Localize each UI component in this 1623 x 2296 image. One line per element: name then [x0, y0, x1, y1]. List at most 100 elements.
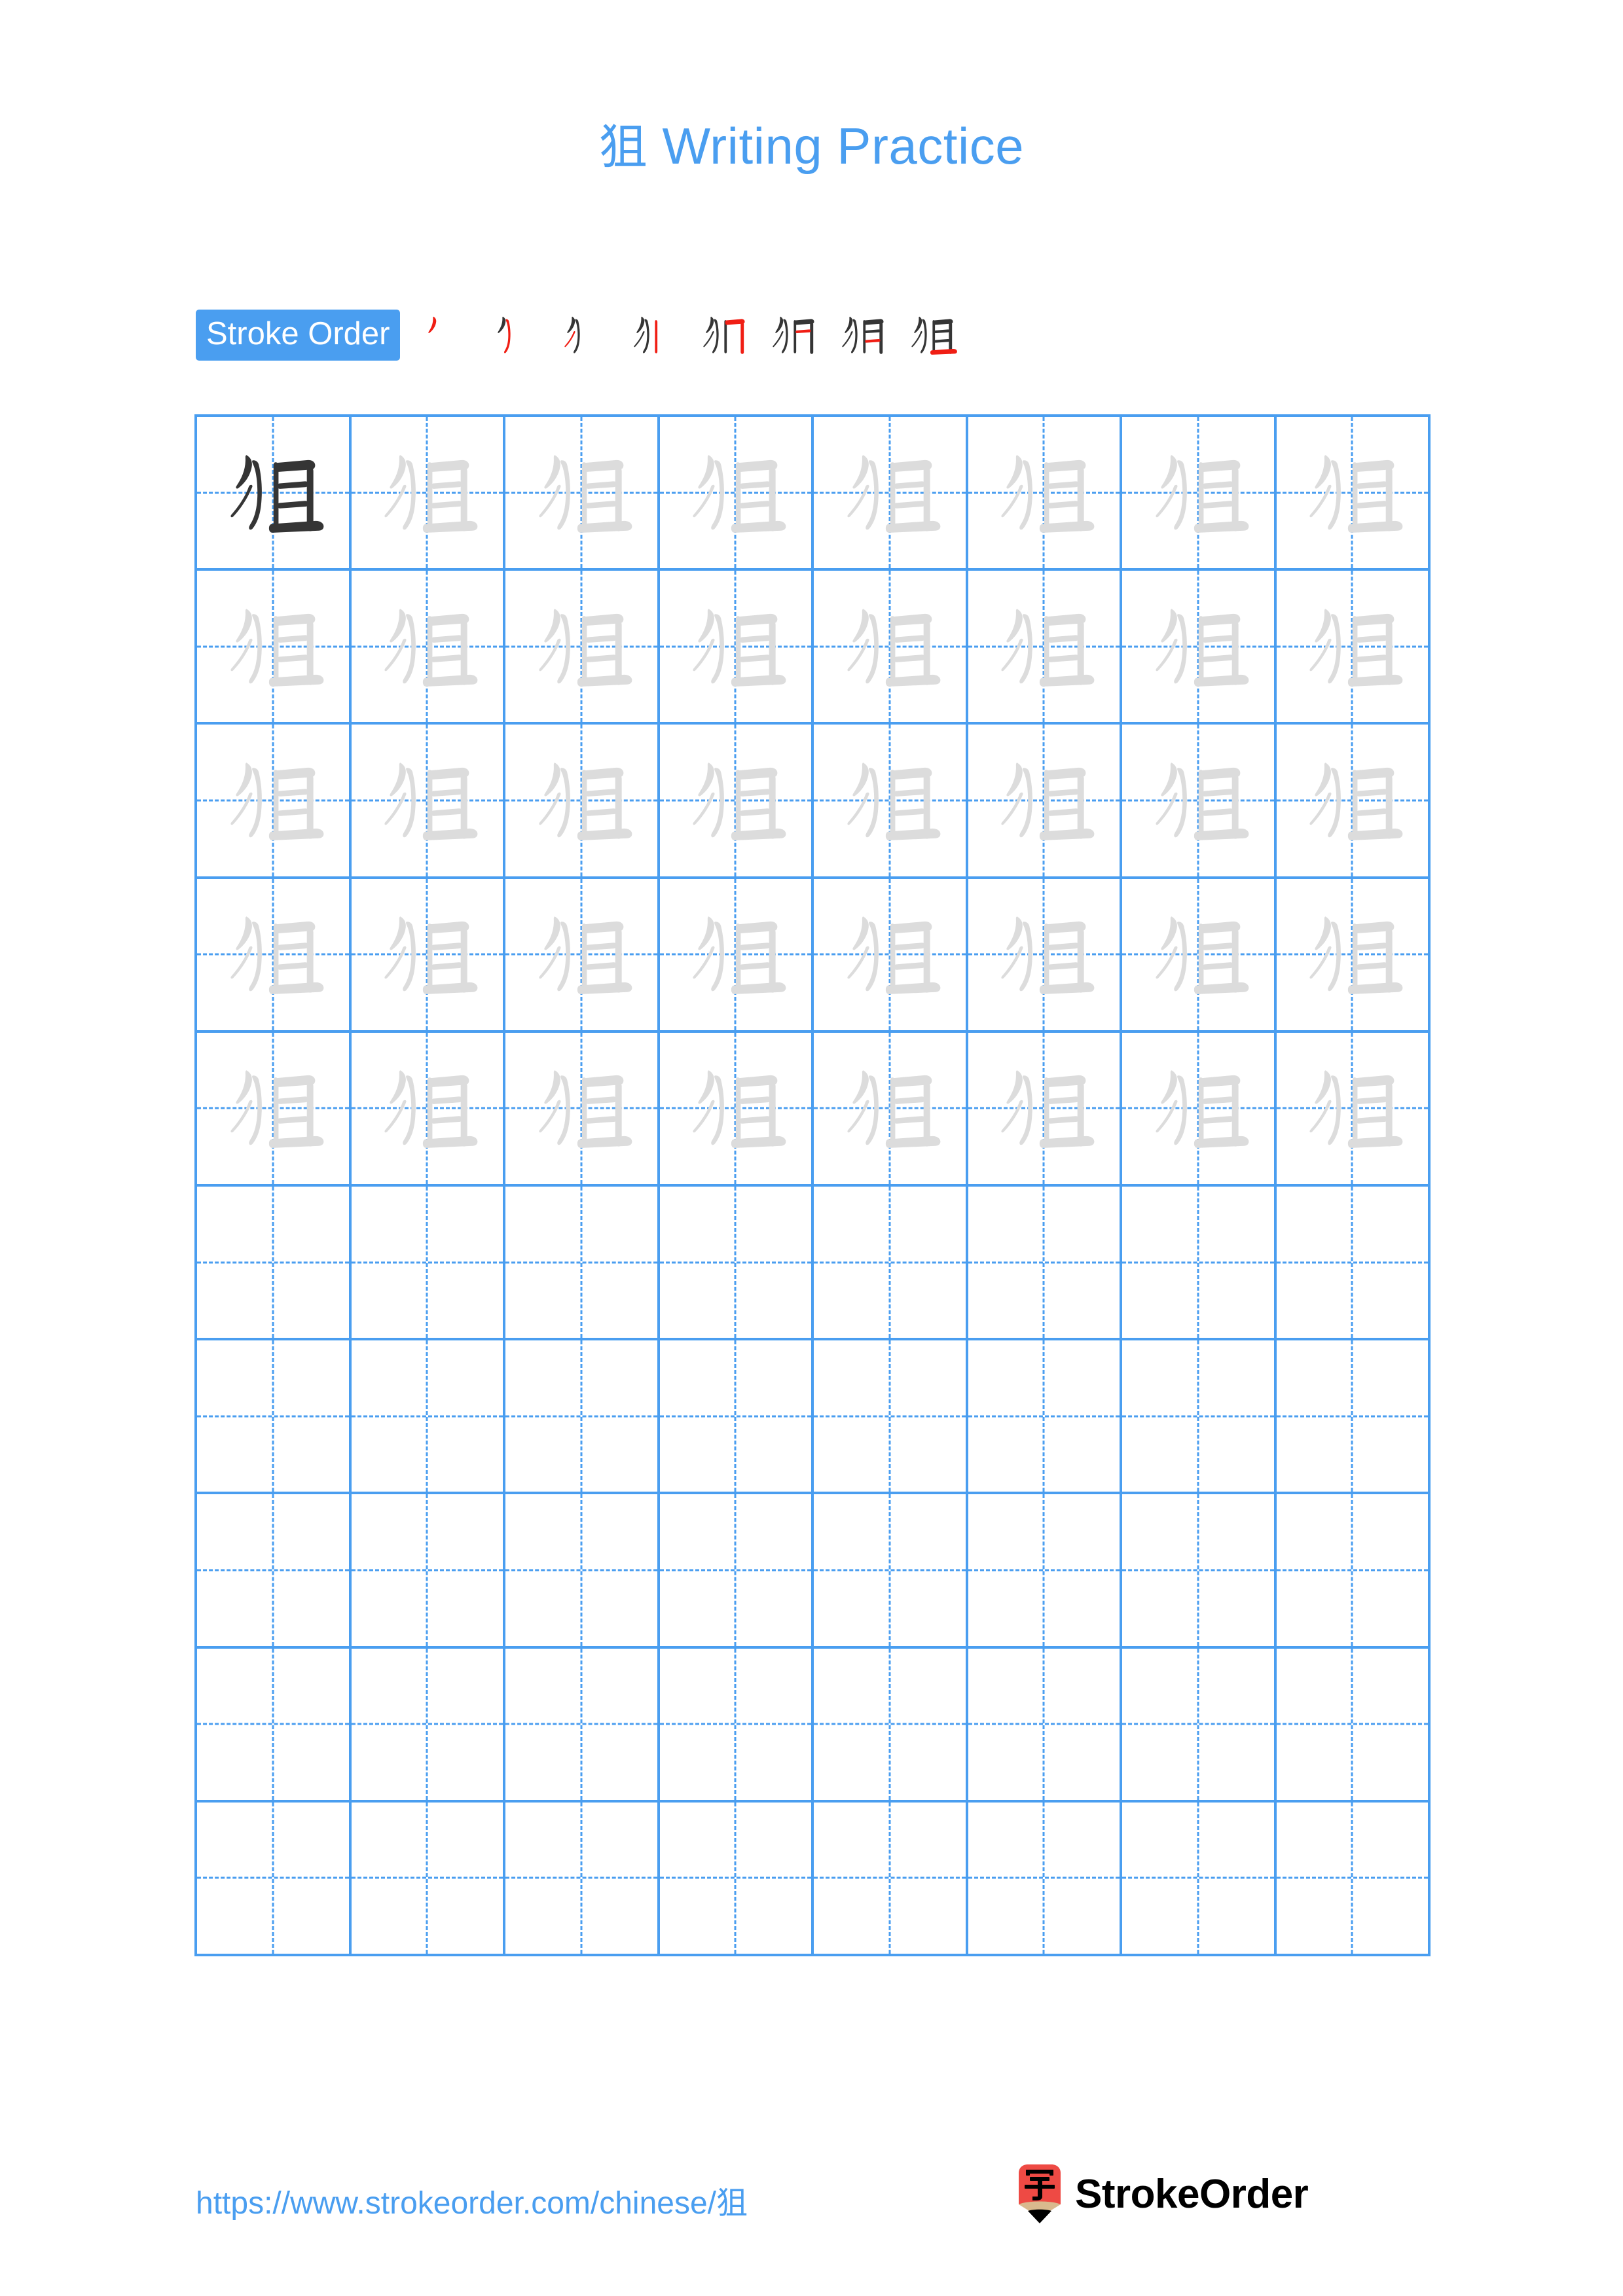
- grid-cell-trace[interactable]: [351, 571, 505, 725]
- grid-cell-trace[interactable]: [1122, 417, 1277, 571]
- grid-cell-blank[interactable]: [505, 1648, 660, 1803]
- grid-cell-model[interactable]: [197, 417, 352, 571]
- grid-cell-blank[interactable]: [659, 1340, 814, 1495]
- grid-cell-trace[interactable]: [968, 725, 1122, 879]
- footer-url-character: 狙: [716, 2185, 748, 2221]
- grid-cell-blank[interactable]: [968, 1648, 1122, 1803]
- grid-cell-trace[interactable]: [659, 1032, 814, 1187]
- character-glyph-trace: [1001, 916, 1095, 995]
- grid-cell-blank[interactable]: [968, 1494, 1122, 1649]
- grid-cell-trace[interactable]: [1122, 571, 1277, 725]
- grid-cell-blank[interactable]: [1122, 1340, 1277, 1495]
- grid-cell-blank[interactable]: [1122, 1494, 1277, 1649]
- character-glyph-trace: [539, 454, 632, 533]
- grid-cell-trace[interactable]: [814, 571, 968, 725]
- grid-cell-trace[interactable]: [1276, 725, 1431, 879]
- character-glyph-trace: [847, 762, 941, 840]
- stroke-step-8: [911, 316, 958, 355]
- grid-cell-trace[interactable]: [505, 725, 660, 879]
- grid-cell-blank[interactable]: [814, 1802, 968, 1956]
- grid-cell-blank[interactable]: [968, 1340, 1122, 1495]
- grid-cell-blank[interactable]: [505, 1186, 660, 1341]
- character-glyph-trace: [693, 1070, 786, 1149]
- grid-cell-blank[interactable]: [1276, 1802, 1431, 1956]
- grid-cell-trace[interactable]: [1122, 1032, 1277, 1187]
- grid-cell-trace[interactable]: [1122, 725, 1277, 879]
- grid-cell-trace[interactable]: [968, 1032, 1122, 1187]
- grid-cell-blank[interactable]: [505, 1802, 660, 1956]
- grid-cell-trace[interactable]: [505, 878, 660, 1033]
- grid-cell-trace[interactable]: [1276, 571, 1431, 725]
- grid-cell-blank[interactable]: [351, 1340, 505, 1495]
- grid-cell-trace[interactable]: [814, 1032, 968, 1187]
- grid-cell-trace[interactable]: [968, 878, 1122, 1033]
- grid-cell-trace[interactable]: [814, 417, 968, 571]
- grid-cell-blank[interactable]: [968, 1186, 1122, 1341]
- grid-cell-trace[interactable]: [659, 571, 814, 725]
- grid-cell-blank[interactable]: [814, 1648, 968, 1803]
- footer-url-link[interactable]: https://www.strokeorder.com/chinese/狙: [196, 2177, 748, 2223]
- grid-cell-blank[interactable]: [1122, 1186, 1277, 1341]
- grid-cell-trace[interactable]: [197, 571, 352, 725]
- brand-logo-group[interactable]: StrokeOrder: [1013, 2164, 1309, 2224]
- grid-cell-blank[interactable]: [814, 1340, 968, 1495]
- grid-cell-blank[interactable]: [505, 1340, 660, 1495]
- grid-cell-blank[interactable]: [197, 1186, 352, 1341]
- grid-cell-blank[interactable]: [505, 1494, 660, 1649]
- grid-cell-trace[interactable]: [659, 725, 814, 879]
- character-glyph-trace: [539, 762, 632, 840]
- grid-cell-trace[interactable]: [659, 878, 814, 1033]
- grid-cell-blank[interactable]: [1276, 1186, 1431, 1341]
- grid-cell-blank[interactable]: [1122, 1802, 1277, 1956]
- grid-cell-blank[interactable]: [968, 1802, 1122, 1956]
- grid-cell-blank[interactable]: [659, 1802, 814, 1956]
- grid-cell-blank[interactable]: [197, 1340, 352, 1495]
- character-glyph-trace: [384, 454, 478, 533]
- grid-cell-blank[interactable]: [351, 1802, 505, 1956]
- grid-cell-trace[interactable]: [968, 417, 1122, 571]
- stroke-step-4: [634, 316, 658, 353]
- grid-cell-trace[interactable]: [505, 417, 660, 571]
- grid-cell-blank[interactable]: [351, 1648, 505, 1803]
- grid-cell-trace[interactable]: [351, 878, 505, 1033]
- grid-cell-trace[interactable]: [351, 725, 505, 879]
- grid-cell-trace[interactable]: [505, 571, 660, 725]
- grid-cell-blank[interactable]: [814, 1186, 968, 1341]
- grid-cell-trace[interactable]: [1276, 417, 1431, 571]
- grid-cell-blank[interactable]: [1122, 1648, 1277, 1803]
- character-glyph-trace: [693, 762, 786, 840]
- grid-cell-blank[interactable]: [351, 1186, 505, 1341]
- character-glyph-trace: [1309, 608, 1403, 687]
- page-title-character: 狙: [598, 119, 648, 175]
- grid-cell-blank[interactable]: [814, 1494, 968, 1649]
- grid-cell-trace[interactable]: [814, 725, 968, 879]
- grid-cell-trace[interactable]: [197, 1032, 352, 1187]
- page-title: 狙 Writing Practice: [0, 108, 1623, 178]
- footer-url-prefix: https://www.strokeorder.com/chinese/: [196, 2186, 716, 2221]
- grid-cell-trace[interactable]: [197, 725, 352, 879]
- grid-cell-blank[interactable]: [1276, 1648, 1431, 1803]
- grid-cell-blank[interactable]: [351, 1494, 505, 1649]
- grid-cell-trace[interactable]: [659, 417, 814, 571]
- grid-cell-blank[interactable]: [197, 1494, 352, 1649]
- grid-cell-blank[interactable]: [1276, 1340, 1431, 1495]
- grid-cell-blank[interactable]: [659, 1648, 814, 1803]
- grid-cell-trace[interactable]: [1276, 878, 1431, 1033]
- grid-cell-trace[interactable]: [968, 571, 1122, 725]
- grid-cell-trace[interactable]: [351, 1032, 505, 1187]
- grid-cell-trace[interactable]: [197, 878, 352, 1033]
- grid-cell-blank[interactable]: [659, 1186, 814, 1341]
- grid-cell-blank[interactable]: [197, 1648, 352, 1803]
- character-glyph-trace: [1156, 454, 1249, 533]
- character-glyph-trace: [1156, 762, 1249, 840]
- grid-cell-trace[interactable]: [1276, 1032, 1431, 1187]
- character-glyph-trace: [539, 916, 632, 995]
- grid-cell-trace[interactable]: [814, 878, 968, 1033]
- grid-cell-trace[interactable]: [505, 1032, 660, 1187]
- grid-cell-blank[interactable]: [1276, 1494, 1431, 1649]
- grid-cell-blank[interactable]: [197, 1802, 352, 1956]
- grid-cell-trace[interactable]: [1122, 878, 1277, 1033]
- grid-cell-trace[interactable]: [351, 417, 505, 571]
- grid-cell-blank[interactable]: [659, 1494, 814, 1649]
- character-glyph-trace: [1156, 1070, 1249, 1149]
